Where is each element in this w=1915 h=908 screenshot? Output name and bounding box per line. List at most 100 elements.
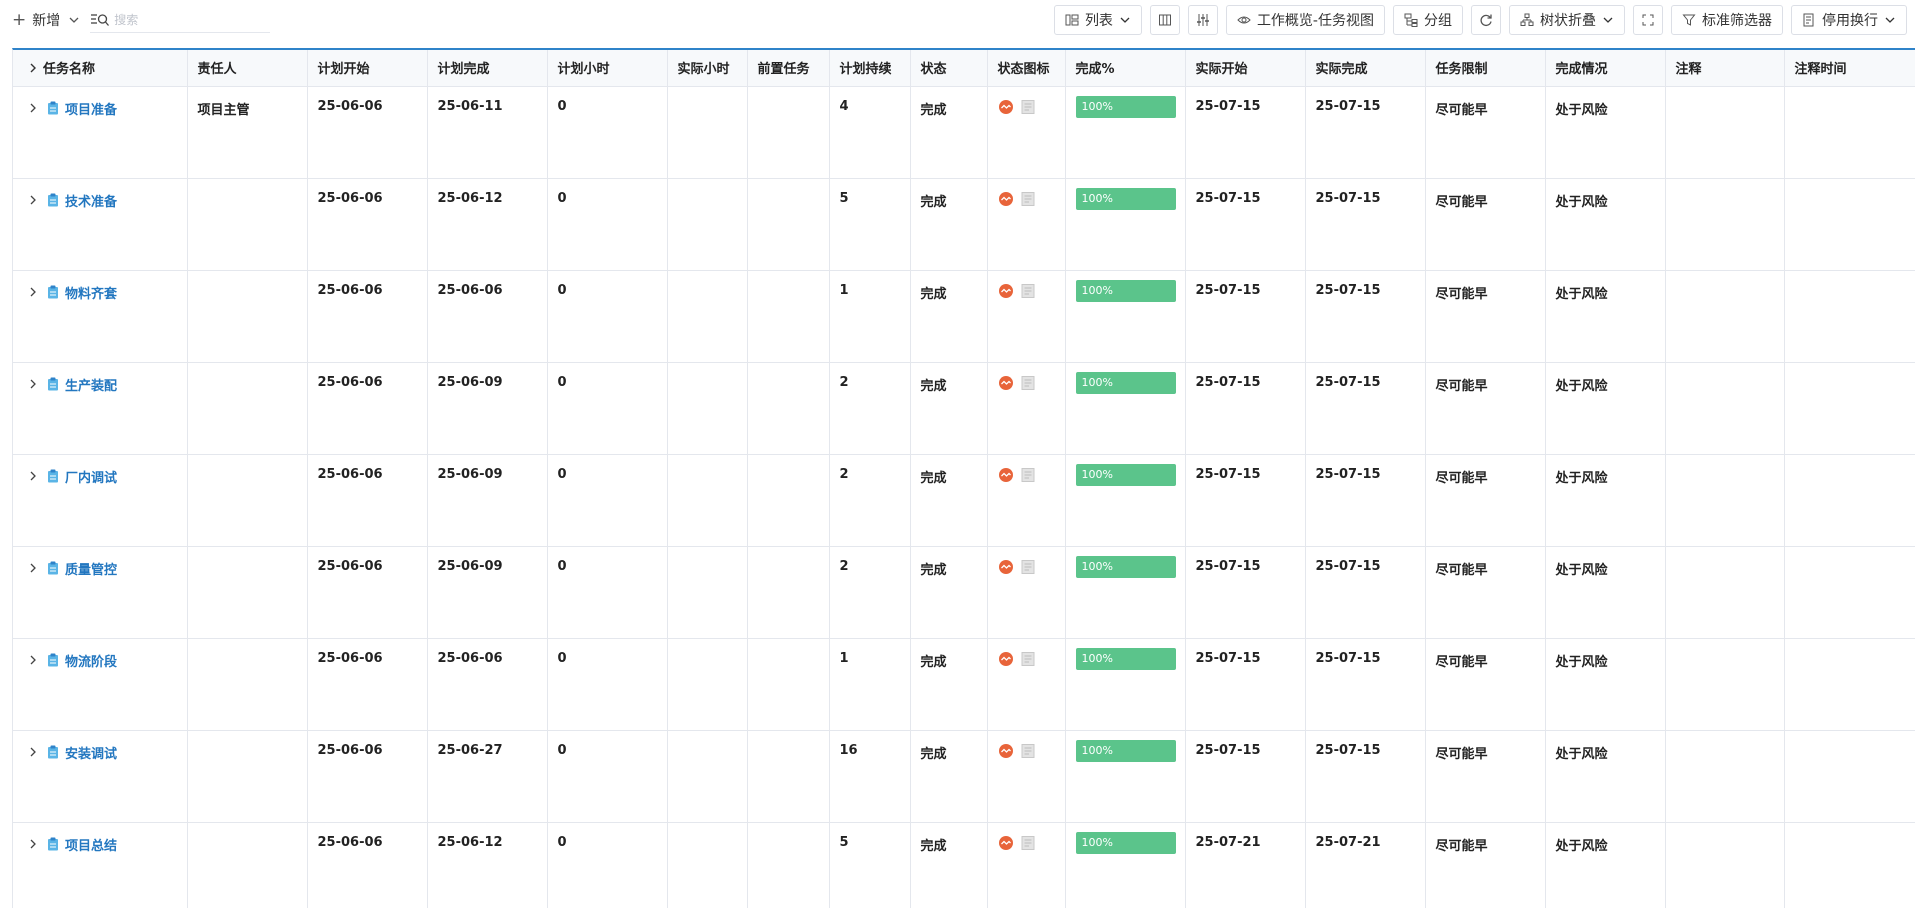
document-icon[interactable] — [1020, 559, 1036, 575]
cell-completion[interactable]: 处于风险 — [1545, 822, 1666, 908]
cell-actual-start[interactable]: 25-07-15 — [1185, 178, 1306, 271]
chevron-right-icon[interactable] — [27, 194, 39, 206]
column-header-actual-finish[interactable]: 实际完成 — [1305, 50, 1426, 87]
cell-note[interactable] — [1665, 638, 1785, 731]
cell-status[interactable]: 完成 — [910, 546, 988, 639]
column-header-plan-finish[interactable]: 计划完成 — [427, 50, 548, 87]
document-icon[interactable] — [1020, 743, 1036, 759]
cell-plan-finish[interactable]: 25-06-06 — [427, 638, 548, 731]
cell-note-time[interactable] — [1784, 362, 1915, 455]
cell-actual-hours[interactable] — [667, 546, 748, 639]
task-name-link[interactable]: 项目准备 — [65, 99, 117, 118]
add-button[interactable]: + 新增 — [12, 8, 80, 32]
refresh-button[interactable] — [1471, 5, 1501, 35]
cell-plan-start[interactable]: 25-06-06 — [307, 270, 428, 363]
cell-plan-hours[interactable]: 0 — [547, 454, 668, 547]
cell-note[interactable] — [1665, 362, 1785, 455]
column-header-status[interactable]: 状态 — [910, 50, 988, 87]
task-name-link[interactable]: 生产装配 — [65, 375, 117, 394]
cell-owner[interactable]: 项目主管 — [187, 86, 308, 179]
cell-predecessor[interactable] — [747, 86, 830, 179]
cell-status[interactable]: 完成 — [910, 822, 988, 908]
cell-duration[interactable]: 16 — [829, 730, 911, 823]
cell-actual-hours[interactable] — [667, 730, 748, 823]
chevron-right-icon[interactable] — [27, 62, 39, 74]
cell-predecessor[interactable] — [747, 546, 830, 639]
cell-actual-finish[interactable]: 25-07-15 — [1305, 178, 1426, 271]
tree-collapse-button[interactable]: 树状折叠 — [1509, 5, 1625, 35]
column-header-actual-start[interactable]: 实际开始 — [1185, 50, 1306, 87]
cell-duration[interactable]: 4 — [829, 86, 911, 179]
cell-duration[interactable]: 2 — [829, 362, 911, 455]
cell-plan-start[interactable]: 25-06-06 — [307, 822, 428, 908]
cell-predecessor[interactable] — [747, 270, 830, 363]
chevron-right-icon[interactable] — [27, 654, 39, 666]
cell-note-time[interactable] — [1784, 178, 1915, 271]
column-header-duration[interactable]: 计划持续 — [829, 50, 911, 87]
cell-owner[interactable] — [187, 638, 308, 731]
table-row[interactable]: 质量管控 25-06-06 25-06-09 0 2 完成 100% 25-07-15 25-0… — [13, 546, 1915, 639]
column-header-status-icon[interactable]: 状态图标 — [987, 50, 1066, 87]
cell-actual-hours[interactable] — [667, 86, 748, 179]
cell-actual-finish[interactable]: 25-07-15 — [1305, 638, 1426, 731]
cell-duration[interactable]: 1 — [829, 270, 911, 363]
cell-actual-hours[interactable] — [667, 178, 748, 271]
cell-plan-finish[interactable]: 25-06-09 — [427, 454, 548, 547]
cell-actual-finish[interactable]: 25-07-15 — [1305, 270, 1426, 363]
cell-note[interactable] — [1665, 546, 1785, 639]
cell-duration[interactable]: 1 — [829, 638, 911, 731]
disable-wrap-button[interactable]: 停用换行 — [1791, 5, 1907, 35]
cell-actual-hours[interactable] — [667, 270, 748, 363]
table-row[interactable]: 项目准备 项目主管 25-06-06 25-06-11 0 4 完成 100% 25-07-15… — [13, 86, 1915, 179]
cell-plan-hours[interactable]: 0 — [547, 822, 668, 908]
cell-note[interactable] — [1665, 178, 1785, 271]
cell-status[interactable]: 完成 — [910, 362, 988, 455]
document-icon[interactable] — [1020, 283, 1036, 299]
cell-note[interactable] — [1665, 270, 1785, 363]
cell-completion[interactable]: 处于风险 — [1545, 178, 1666, 271]
cell-note[interactable] — [1665, 86, 1785, 179]
column-header-plan-start[interactable]: 计划开始 — [307, 50, 428, 87]
cell-actual-start[interactable]: 25-07-15 — [1185, 546, 1306, 639]
chevron-right-icon[interactable] — [27, 838, 39, 850]
cell-owner[interactable] — [187, 270, 308, 363]
cell-owner[interactable] — [187, 362, 308, 455]
chevron-right-icon[interactable] — [27, 470, 39, 482]
cell-plan-start[interactable]: 25-06-06 — [307, 546, 428, 639]
standard-filter-button[interactable]: 标准筛选器 — [1671, 5, 1783, 35]
cell-note-time[interactable] — [1784, 86, 1915, 179]
cell-note[interactable] — [1665, 822, 1785, 908]
cell-actual-start[interactable]: 25-07-15 — [1185, 638, 1306, 731]
cell-owner[interactable] — [187, 546, 308, 639]
task-name-link[interactable]: 安装调试 — [65, 743, 117, 762]
table-row[interactable]: 项目总结 25-06-06 25-06-12 0 5 完成 100% 25-07-21 25-0… — [13, 822, 1915, 908]
cell-constraint[interactable]: 尽可能早 — [1425, 638, 1546, 731]
column-header-actual-hours[interactable]: 实际小时 — [667, 50, 748, 87]
work-overview-button[interactable]: 工作概览-任务视图 — [1225, 5, 1385, 35]
search-input[interactable] — [114, 12, 265, 27]
cell-note-time[interactable] — [1784, 638, 1915, 731]
cell-owner[interactable] — [187, 730, 308, 823]
cell-duration[interactable]: 2 — [829, 454, 911, 547]
cell-owner[interactable] — [187, 178, 308, 271]
cell-plan-start[interactable]: 25-06-06 — [307, 730, 428, 823]
column-header-task-name[interactable]: 任务名称 — [13, 50, 188, 87]
cell-actual-finish[interactable]: 25-07-15 — [1305, 546, 1426, 639]
document-icon[interactable] — [1020, 651, 1036, 667]
cell-completion[interactable]: 处于风险 — [1545, 270, 1666, 363]
cell-actual-start[interactable]: 25-07-21 — [1185, 822, 1306, 908]
cell-plan-finish[interactable]: 25-06-11 — [427, 86, 548, 179]
cell-actual-start[interactable]: 25-07-15 — [1185, 362, 1306, 455]
table-row[interactable]: 物流阶段 25-06-06 25-06-06 0 1 完成 100% 25-07-15 25-0… — [13, 638, 1915, 731]
cell-constraint[interactable]: 尽可能早 — [1425, 546, 1546, 639]
table-row[interactable]: 厂内调试 25-06-06 25-06-09 0 2 完成 100% 25-07-15 25-0… — [13, 454, 1915, 547]
cell-plan-hours[interactable]: 0 — [547, 638, 668, 731]
task-name-link[interactable]: 项目总结 — [65, 835, 117, 854]
cell-plan-finish[interactable]: 25-06-09 — [427, 546, 548, 639]
column-header-note-time[interactable]: 注释时间 — [1784, 50, 1915, 87]
document-icon[interactable] — [1020, 99, 1036, 115]
cell-actual-hours[interactable] — [667, 362, 748, 455]
table-row[interactable]: 生产装配 25-06-06 25-06-09 0 2 完成 100% 25-07-15 25-0… — [13, 362, 1915, 455]
cell-constraint[interactable]: 尽可能早 — [1425, 178, 1546, 271]
task-name-link[interactable]: 厂内调试 — [65, 467, 117, 486]
